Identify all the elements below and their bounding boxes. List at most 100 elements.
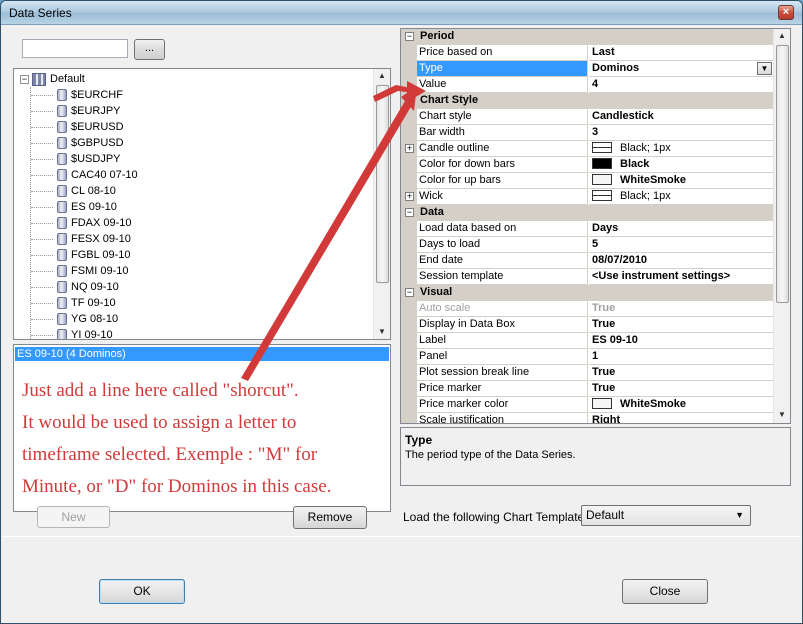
- property-row[interactable]: Value 4: [401, 77, 773, 93]
- property-row[interactable]: Color for up bars WhiteSmoke: [401, 173, 773, 189]
- property-value[interactable]: True: [589, 365, 773, 381]
- property-value[interactable]: Days: [589, 221, 773, 237]
- property-value[interactable]: WhiteSmoke: [589, 173, 773, 189]
- property-row[interactable]: Panel 1: [401, 349, 773, 365]
- tree-item[interactable]: $USDJPY: [57, 151, 121, 167]
- scroll-down-icon[interactable]: ▼: [778, 410, 786, 419]
- window-close-button[interactable]: ×: [778, 5, 794, 20]
- property-value[interactable]: 4: [589, 77, 773, 93]
- property-row[interactable]: Days to load 5: [401, 237, 773, 253]
- tree-item[interactable]: FGBL 09-10: [57, 247, 131, 263]
- property-value[interactable]: <Use instrument settings>: [589, 269, 773, 285]
- tree-item[interactable]: YI 09-10: [57, 327, 113, 339]
- tree-root-default[interactable]: − Default: [20, 71, 85, 87]
- tree-scroll-thumb[interactable]: [376, 85, 389, 283]
- property-row[interactable]: Scale justification Right: [401, 413, 773, 423]
- remove-button[interactable]: Remove: [293, 506, 367, 529]
- property-expand-icon[interactable]: +: [405, 192, 414, 201]
- property-row[interactable]: + Candle outline Black; 1px: [401, 141, 773, 157]
- scroll-up-icon[interactable]: ▲: [778, 31, 786, 40]
- property-row[interactable]: Type Dominos ▼: [401, 61, 773, 77]
- property-row[interactable]: Display in Data Box True: [401, 317, 773, 333]
- title-bar[interactable]: Data Series ×: [1, 1, 802, 25]
- data-series-window: Data Series × ... − Default $EURCHF $EURJ…: [0, 0, 803, 624]
- property-value[interactable]: WhiteSmoke: [589, 397, 773, 413]
- tree-item[interactable]: YG 08-10: [57, 311, 118, 327]
- property-row[interactable]: End date 08/07/2010: [401, 253, 773, 269]
- tree-item[interactable]: $EURUSD: [57, 119, 124, 135]
- property-margin: [401, 381, 417, 397]
- tree-item[interactable]: CAC40 07-10: [57, 167, 138, 183]
- property-name: Color for up bars: [417, 173, 588, 189]
- property-name: Wick: [417, 189, 588, 205]
- category-collapse-icon[interactable]: −: [405, 288, 414, 297]
- property-row[interactable]: Session template <Use instrument settings…: [401, 269, 773, 285]
- tree-item[interactable]: FESX 09-10: [57, 231, 131, 247]
- selected-series-item[interactable]: ES 09-10 (4 Dominos): [15, 347, 389, 361]
- property-value[interactable]: 08/07/2010: [589, 253, 773, 269]
- instrument-tree[interactable]: − Default $EURCHF $EURJPY $EURUSD $GBPUSD $U…: [13, 68, 391, 340]
- property-value[interactable]: Last: [589, 45, 773, 61]
- property-value[interactable]: 3: [589, 125, 773, 141]
- scroll-up-icon[interactable]: ▲: [378, 71, 386, 80]
- tree-item[interactable]: $EURCHF: [57, 87, 123, 103]
- tree-scrollbar[interactable]: ▲ ▼: [373, 69, 390, 339]
- property-row[interactable]: Color for down bars Black: [401, 157, 773, 173]
- category-collapse-icon[interactable]: −: [405, 96, 414, 105]
- property-value[interactable]: True: [589, 301, 773, 317]
- property-category[interactable]: − Period: [401, 29, 773, 45]
- property-row[interactable]: Auto scale True: [401, 301, 773, 317]
- property-row[interactable]: Bar width 3: [401, 125, 773, 141]
- property-category[interactable]: − Data: [401, 205, 773, 221]
- tree-item[interactable]: CL 08-10: [57, 183, 116, 199]
- property-expand-icon[interactable]: +: [405, 144, 414, 153]
- property-name: Value: [417, 77, 588, 93]
- property-row[interactable]: Price based on Last: [401, 45, 773, 61]
- property-value[interactable]: Black; 1px: [589, 189, 773, 205]
- grid-scroll-thumb[interactable]: [776, 45, 789, 303]
- property-row[interactable]: Price marker color WhiteSmoke: [401, 397, 773, 413]
- new-button[interactable]: New: [37, 506, 110, 528]
- tree-item[interactable]: $GBPUSD: [57, 135, 124, 151]
- property-value[interactable]: 5: [589, 237, 773, 253]
- tree-collapse-icon[interactable]: −: [20, 74, 29, 84]
- browse-button[interactable]: ...: [134, 39, 165, 60]
- instrument-search-input[interactable]: [22, 39, 128, 58]
- property-value[interactable]: Dominos ▼: [589, 61, 773, 77]
- property-value[interactable]: Right: [589, 413, 773, 423]
- tree-item[interactable]: FDAX 09-10: [57, 215, 132, 231]
- property-row[interactable]: Label ES 09-10: [401, 333, 773, 349]
- property-row[interactable]: Price marker True: [401, 381, 773, 397]
- category-collapse-icon[interactable]: −: [405, 208, 414, 217]
- property-value[interactable]: Black; 1px: [589, 141, 773, 157]
- property-name: Panel: [417, 349, 588, 365]
- property-category[interactable]: − Visual: [401, 285, 773, 301]
- property-category[interactable]: − Chart Style: [401, 93, 773, 109]
- scroll-down-icon[interactable]: ▼: [378, 327, 386, 336]
- property-value[interactable]: Candlestick: [589, 109, 773, 125]
- property-value[interactable]: 1: [589, 349, 773, 365]
- property-row[interactable]: Chart style Candlestick: [401, 109, 773, 125]
- property-grid[interactable]: − Period Price based on Last Type Dominos ▼ Val…: [400, 28, 791, 424]
- tree-item[interactable]: $EURJPY: [57, 103, 121, 119]
- tree-item[interactable]: ES 09-10: [57, 199, 117, 215]
- close-button[interactable]: Close: [622, 579, 708, 604]
- tree-item[interactable]: FSMI 09-10: [57, 263, 128, 279]
- property-value[interactable]: True: [589, 381, 773, 397]
- property-row[interactable]: + Wick Black; 1px: [401, 189, 773, 205]
- grid-scrollbar[interactable]: ▲ ▼: [773, 29, 790, 423]
- property-value[interactable]: Black: [589, 157, 773, 173]
- property-value[interactable]: ES 09-10: [589, 333, 773, 349]
- property-row[interactable]: Load data based on Days: [401, 221, 773, 237]
- category-collapse-icon[interactable]: −: [405, 32, 414, 41]
- property-value[interactable]: True: [589, 317, 773, 333]
- dropdown-arrow-icon[interactable]: ▼: [757, 62, 772, 75]
- property-row[interactable]: Plot session break line True: [401, 365, 773, 381]
- tree-item[interactable]: NQ 09-10: [57, 279, 119, 295]
- chart-template-select[interactable]: Default ▼: [581, 505, 751, 526]
- chart-template-label: Load the following Chart Template:: [403, 510, 588, 524]
- selected-series-list[interactable]: ES 09-10 (4 Dominos) Just add a line her…: [13, 344, 391, 512]
- ok-button[interactable]: OK: [99, 579, 185, 604]
- tree-item[interactable]: TF 09-10: [57, 295, 116, 311]
- property-name: Label: [417, 333, 588, 349]
